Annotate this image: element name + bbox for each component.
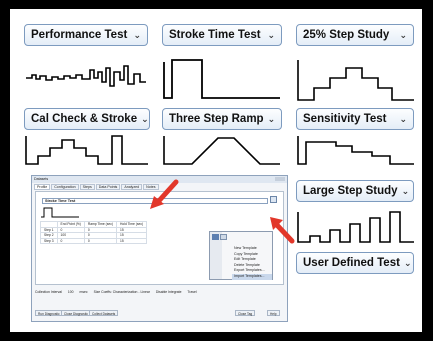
chevron-down-icon: ⌄	[141, 113, 149, 124]
close-diagnostic-button[interactable]: Close Diagnostic	[61, 310, 91, 316]
table-cell: Step 3	[40, 237, 58, 244]
chevron-down-icon: ⌄	[403, 257, 412, 268]
test-label: Three Step Ramp	[169, 113, 264, 125]
template-context-menu: New Template Copy Template Edit Template…	[209, 231, 273, 280]
template-gallery: Performance Test ⌄ Stroke Time Test ⌄ 25…	[10, 9, 422, 332]
test-label: 25% Step Study	[303, 29, 390, 41]
pin-icon[interactable]	[212, 234, 219, 240]
test-label: Sensitivity Test	[303, 113, 387, 125]
test-tile-three-step-ramp[interactable]: Three Step Ramp ⌄	[162, 108, 284, 168]
menu-items: New Template Copy Template Edit Template…	[232, 246, 272, 280]
window-controls[interactable]	[275, 177, 285, 181]
tab-profile[interactable]: Profile	[34, 184, 51, 190]
test-tile-large-step[interactable]: Large Step Study ⌄	[296, 180, 418, 250]
table-cell[interactable]: 0	[56, 237, 85, 244]
test-dropdown[interactable]: Performance Test ⌄	[24, 24, 148, 46]
test-profile-graphic	[297, 211, 414, 243]
table-cell[interactable]: 0	[83, 237, 118, 244]
test-dropdown[interactable]: 25% Step Study ⌄	[296, 24, 414, 46]
test-profile-graphic	[26, 65, 146, 87]
tab-configuration[interactable]: Configuration	[51, 184, 79, 190]
test-label: Large Step Study	[303, 185, 398, 197]
steps-table: End Point (%) Ramp Time (sec) Hold Time …	[40, 221, 148, 244]
interval-field[interactable]: 100	[68, 290, 74, 294]
test-dropdown[interactable]: User Defined Test ⌄	[296, 252, 414, 274]
chevron-down-icon: ⌄	[399, 113, 407, 124]
status-label: Travel	[187, 290, 197, 294]
test-tile-cal-check[interactable]: Cal Check & Stroke ⌄	[24, 108, 152, 168]
test-profile-graphic	[297, 136, 414, 165]
run-diagnostic-button[interactable]: Run Diagnostic	[35, 310, 63, 316]
tab-bar: Profile Configuration Steps Data Points …	[34, 184, 160, 190]
status-bar: Collection Interval 100 msec Size Coeffs…	[35, 289, 284, 296]
tab-data-points[interactable]: Data Points	[95, 184, 121, 190]
status-label: Size Coeffs: Characterization - Linear	[93, 290, 150, 294]
table-cell[interactable]: 15	[115, 237, 148, 244]
test-profile-graphic	[163, 136, 280, 165]
tab-steps[interactable]: Steps	[79, 184, 95, 190]
test-tile-stroke-time[interactable]: Stroke Time Test ⌄	[162, 24, 284, 104]
test-dropdown[interactable]: Stroke Time Test ⌄	[162, 24, 282, 46]
test-profile-graphic	[163, 59, 280, 99]
chevron-down-icon: ⌄	[399, 29, 407, 40]
tab-analyzed[interactable]: Analyzed	[121, 184, 143, 190]
test-tile-25-step[interactable]: 25% Step Study ⌄	[296, 24, 418, 104]
red-arrow-icon	[270, 217, 295, 244]
menu-toggle-icon[interactable]	[220, 234, 227, 240]
table-row[interactable]: Step 3 0 0 15	[40, 237, 148, 244]
help-button[interactable]: Help	[267, 310, 280, 316]
collect-datasets-button[interactable]: Collect Datasets	[89, 310, 119, 316]
chevron-down-icon: ⌄	[133, 29, 141, 40]
test-tile-user-defined[interactable]: User Defined Test ⌄	[296, 252, 418, 278]
table-header: End Point (%)	[56, 221, 85, 228]
test-tile-sensitivity[interactable]: Sensitivity Test ⌄	[296, 108, 418, 168]
test-label: Cal Check & Stroke	[31, 113, 138, 125]
menu-item-import-templates[interactable]: Import Templates...	[232, 273, 272, 280]
close-tag-button[interactable]: Close Tag	[235, 310, 256, 316]
add-template-icon[interactable]	[270, 196, 277, 203]
test-dropdown[interactable]: Cal Check & Stroke ⌄	[24, 108, 150, 130]
test-dropdown[interactable]: Large Step Study ⌄	[296, 180, 414, 202]
chevron-down-icon: ⌄	[267, 29, 275, 40]
chevron-down-icon: ⌄	[401, 185, 410, 196]
test-dropdown[interactable]: Three Step Ramp ⌄	[162, 108, 282, 130]
disable-integrate-checkbox[interactable]: Disable Integrate	[156, 290, 182, 294]
status-unit: msec	[79, 290, 88, 294]
test-profile-graphic	[297, 60, 414, 101]
table-header: Hold Time (sec)	[115, 221, 148, 228]
table-header: Ramp Time (sec)	[83, 221, 118, 228]
test-dropdown[interactable]: Sensitivity Test ⌄	[296, 108, 414, 130]
profile-preview-graphic	[41, 207, 79, 218]
test-profile-graphic	[25, 135, 148, 165]
status-label: Collection Interval	[35, 290, 62, 294]
test-label: User Defined Test	[303, 257, 400, 269]
test-tile-performance[interactable]: Performance Test ⌄	[24, 24, 150, 104]
chevron-down-icon: ⌄	[267, 113, 276, 124]
bottom-button-bar: Run Diagnostic Close Diagnostic Collect …	[35, 310, 284, 317]
red-arrow-icon	[150, 179, 179, 209]
test-label: Performance Test	[31, 29, 128, 41]
test-label: Stroke Time Test	[169, 29, 261, 41]
